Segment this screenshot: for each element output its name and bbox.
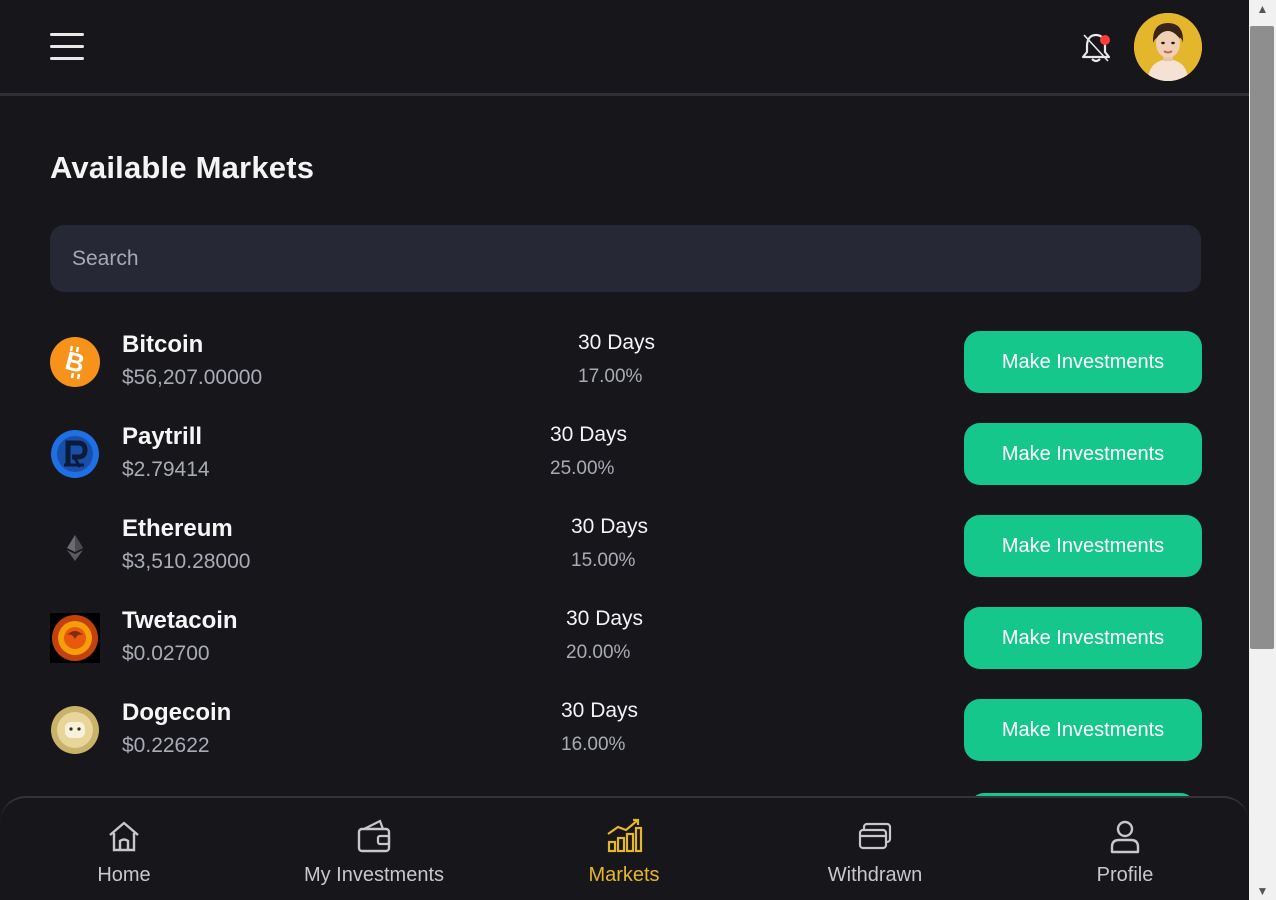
twetacoin-icon — [50, 613, 100, 663]
home-icon — [109, 821, 139, 852]
coin-name: Twetacoin — [122, 607, 238, 634]
coin-name: Bitcoin — [122, 331, 204, 358]
market-row-ethereum: Ethereum $3,510.28000 30 Days 15.00% Mak… — [50, 515, 1202, 579]
coin-price: $0.02700 — [122, 642, 210, 665]
coin-name: Paytrill — [122, 423, 203, 450]
make-investment-button[interactable]: Make Investments — [964, 331, 1202, 393]
vertical-scrollbar[interactable]: ▲ ▼ — [1249, 0, 1276, 900]
scroll-up-arrow-icon[interactable]: ▲ — [1249, 0, 1276, 18]
scrollbar-thumb[interactable] — [1250, 26, 1274, 649]
market-row-paytrill: Paytrill $2.79414 30 Days 25.00% Make In… — [50, 423, 1202, 487]
nav-item-withdrawn[interactable]: Withdrawn — [785, 816, 965, 891]
return-rate: 17.00% — [578, 366, 643, 387]
coin-price: $2.79414 — [122, 458, 210, 481]
return-rate: 25.00% — [550, 458, 615, 479]
nav-label: Withdrawn — [827, 864, 923, 886]
investment-term: 30 Days — [578, 331, 656, 354]
return-rate: 20.00% — [566, 642, 631, 663]
bell-icon[interactable] — [1078, 30, 1114, 66]
make-investment-button[interactable]: Make Investments — [964, 423, 1202, 485]
nav-label: Profile — [1096, 864, 1154, 886]
wallet-icon — [357, 819, 391, 853]
make-investment-button[interactable]: Make Investments — [964, 607, 1202, 669]
coin-price: $0.22622 — [122, 734, 210, 757]
market-row-bitcoin: B Bitcoin $56,207.00000 30 Days 17.00% M… — [50, 331, 1202, 395]
market-row-twetacoin: Twetacoin $0.02700 30 Days 20.00% Make I… — [50, 607, 1202, 671]
search-field[interactable] — [50, 225, 1201, 292]
nav-item-home[interactable]: Home — [34, 816, 214, 891]
paytrill-icon — [50, 429, 100, 479]
coin-price: $3,510.28000 — [122, 550, 251, 573]
nav-label: Home — [97, 864, 151, 886]
notification-dot — [1100, 35, 1110, 45]
make-investment-button[interactable]: Make Investments — [964, 699, 1202, 761]
top-bar — [0, 0, 1249, 96]
cards-icon — [858, 822, 892, 850]
return-rate: 16.00% — [561, 734, 626, 755]
investment-term: 30 Days — [561, 699, 639, 722]
nav-item-my-investments[interactable]: My Investments — [284, 816, 464, 891]
nav-item-markets[interactable]: Markets — [534, 816, 714, 891]
page-title: Available Markets — [50, 150, 315, 185]
search-input[interactable] — [50, 225, 1201, 292]
coin-name: Dogecoin — [122, 699, 232, 726]
market-row-dogecoin: Dogecoin $0.22622 30 Days 16.00% Make In… — [50, 699, 1202, 763]
investment-term: 30 Days — [566, 607, 644, 630]
profile-avatar[interactable] — [1134, 13, 1202, 81]
return-rate: 15.00% — [571, 550, 636, 571]
app-window: Available Markets B Bitcoin $56,207.0000… — [0, 0, 1249, 900]
dogecoin-icon — [50, 705, 100, 755]
nav-label: Markets — [588, 864, 660, 886]
nav-label: My Investments — [303, 864, 445, 886]
coin-price: $56,207.00000 — [122, 366, 263, 389]
user-icon — [1110, 820, 1140, 854]
hamburger-menu-icon[interactable] — [50, 32, 84, 60]
nav-item-profile[interactable]: Profile — [1035, 816, 1215, 891]
make-investment-button[interactable]: Make Investments — [964, 515, 1202, 577]
bottom-navigation: Home My Investments Markets Withdrawn Pr… — [0, 796, 1249, 900]
coin-name: Ethereum — [122, 515, 233, 542]
ethereum-icon — [50, 521, 100, 571]
bitcoin-icon: B — [50, 337, 100, 387]
investment-term: 30 Days — [571, 515, 649, 538]
chart-icon — [607, 818, 643, 853]
scroll-down-arrow-icon[interactable]: ▼ — [1249, 882, 1276, 900]
investment-term: 30 Days — [550, 423, 628, 446]
